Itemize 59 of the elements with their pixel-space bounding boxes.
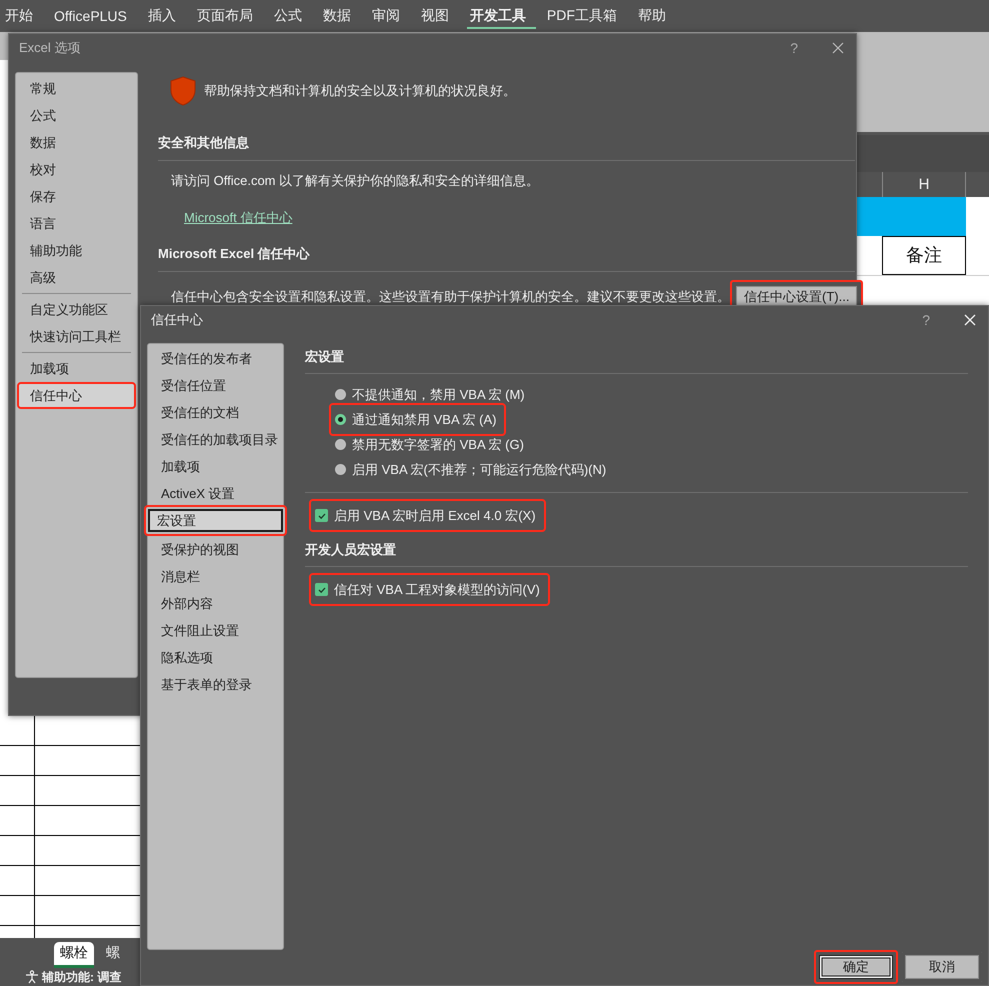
window-title: 信任中心 (151, 311, 204, 329)
ribbon-tab[interactable]: 审阅 (368, 3, 410, 29)
nav-item[interactable]: 快速访问工具栏 (17, 323, 136, 350)
nav-item[interactable]: 文件阻止设置 (148, 617, 283, 644)
nav-item[interactable]: 加载项 (148, 453, 283, 480)
section-heading: 宏设置 (305, 348, 345, 366)
nav-item[interactable]: 消息栏 (148, 563, 283, 590)
nav-item[interactable]: 辅助功能 (17, 237, 136, 264)
sheet-tab[interactable]: 螺 (100, 942, 126, 968)
nav-item[interactable]: 自定义功能区 (17, 296, 136, 323)
nav-item[interactable]: 受信任的发布者 (148, 345, 283, 372)
checkbox-option[interactable]: 信任对 VBA 工程对象模型的访问(V) (309, 573, 550, 606)
nav-item[interactable]: 宏设置 (144, 505, 287, 536)
nav-item[interactable]: ActiveX 设置 (148, 480, 283, 507)
sheet-tab[interactable]: 螺栓 (54, 942, 94, 968)
nav-item[interactable]: 基于表单的登录 (148, 671, 283, 698)
ribbon-tab[interactable]: 页面布局 (194, 3, 263, 29)
ribbon-tab[interactable]: 视图 (418, 3, 459, 29)
nav-item[interactable]: 数据 (17, 129, 136, 156)
accessibility-icon (25, 970, 39, 984)
checkbox-option[interactable]: 启用 VBA 宏时启用 Excel 4.0 宏(X) (309, 499, 546, 532)
ribbon-tab[interactable]: PDF工具箱 (544, 3, 627, 29)
ribbon-tab[interactable]: 开始 (2, 3, 43, 29)
nav-item[interactable]: 受信任位置 (148, 372, 283, 399)
banner-text: 帮助保持文档和计算机的安全以及计算机的状况良好。 (204, 82, 516, 100)
window-title: Excel 选项 (19, 39, 82, 57)
ribbon-tab[interactable]: 插入 (144, 3, 186, 29)
table-cell: 备注 (882, 236, 966, 275)
nav-item[interactable]: 常规 (17, 75, 136, 102)
description-text: 请访问 Office.com 以了解有关保护你的隐私和安全的详细信息。 (171, 172, 540, 190)
nav-item[interactable]: 信任中心 (17, 382, 136, 409)
nav-item[interactable]: 外部内容 (148, 590, 283, 617)
description-text: 信任中心包含安全设置和隐私设置。这些设置有助于保护计算机的安全。建议不要更改这些设置。 (171, 288, 730, 306)
nav-item[interactable]: 受信任的加载项目录 (148, 426, 283, 453)
radio-option[interactable]: 启用 VBA 宏(不推荐；可能运行危险代码)(N) (329, 457, 616, 482)
ribbon-tab[interactable]: 公式 (270, 3, 312, 29)
nav-item[interactable]: 受保护的视图 (148, 536, 283, 563)
ribbon-tab[interactable]: 帮助 (634, 3, 676, 29)
nav-item[interactable]: 高级 (17, 264, 136, 291)
nav-item[interactable]: 保存 (17, 183, 136, 210)
ribbon-tab[interactable]: OfficePLUS (51, 4, 137, 28)
ribbon-tab[interactable]: 数据 (320, 3, 361, 29)
ribbon-tab[interactable]: 开发工具 (466, 3, 536, 29)
nav-item[interactable]: 公式 (17, 102, 136, 129)
section-heading: 开发人员宏设置 (305, 541, 397, 559)
close-icon[interactable] (832, 42, 844, 54)
radio-option[interactable]: 通过通知禁用 VBA 宏 (A) (329, 403, 506, 436)
trust-center-link[interactable]: Microsoft 信任中心 (184, 209, 292, 227)
section-heading: 安全和其他信息 (158, 134, 250, 152)
shield-icon (170, 76, 196, 106)
nav-item[interactable]: 校对 (17, 156, 136, 183)
status-text: 辅助功能: 调查 (42, 968, 122, 986)
nav-item[interactable]: 语言 (17, 210, 136, 237)
nav-item[interactable]: 加载项 (17, 355, 136, 382)
nav-item[interactable]: 受信任的文档 (148, 399, 283, 426)
dialog-button[interactable]: 确定 (814, 950, 898, 984)
section-heading: Microsoft Excel 信任中心 (158, 245, 311, 263)
nav-item[interactable]: 隐私选项 (148, 644, 283, 671)
dialog-button[interactable]: 取消 (900, 950, 984, 984)
